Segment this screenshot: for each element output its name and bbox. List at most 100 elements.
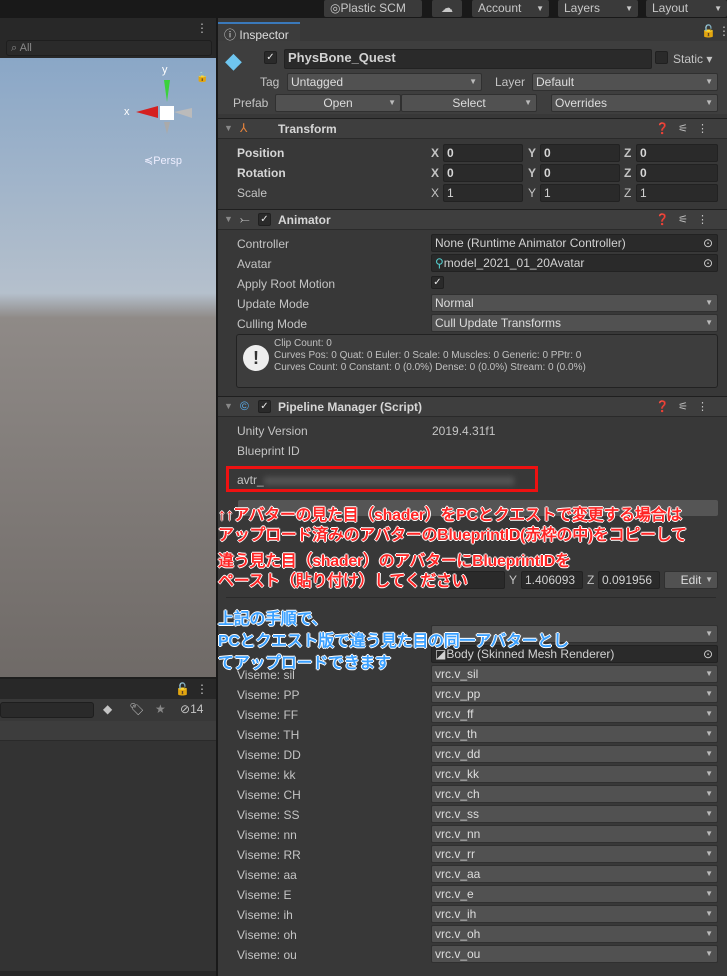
culling-mode-dropdown[interactable]: Cull Update Transforms [431,314,718,332]
viseme-label: Viseme: FF [237,708,299,722]
static-checkbox[interactable] [655,51,668,64]
blue-annotation-line: 上記の手順で、 [218,611,328,628]
viseme-label: Viseme: PP [237,688,300,702]
tab-inspector[interactable]: ⓘ Inspector [218,22,300,42]
view-position-z[interactable]: 0.091956 [598,571,660,589]
animator-header[interactable]: ▼ ⤚ ✓ Animator ❓⚟⋮ [218,209,727,230]
viseme-dropdown[interactable]: vrc.v_pp [431,685,718,703]
lock-icon[interactable]: 🔓 [175,682,190,696]
orientation-gizmo-icon[interactable] [120,68,200,138]
more-menu-icon[interactable]: ⋮ [196,21,208,35]
viseme-dropdown[interactable]: vrc.v_ss [431,805,718,823]
scene-view[interactable]: y x 🔒 ≼Persp [0,58,216,677]
viseme-dropdown[interactable]: vrc.v_nn [431,825,718,843]
scale-y-label: Y [528,186,537,200]
component-actions[interactable]: ❓⚟⋮ [655,400,717,413]
position-y-input[interactable]: 0 [540,144,620,162]
foldout-icon[interactable]: ▼ [224,401,233,411]
rotation-z-input[interactable]: 0 [636,164,718,182]
viseme-label: Viseme: nn [237,828,297,842]
scale-y-input[interactable]: 1 [540,184,620,202]
pipeline-enabled-checkbox[interactable]: ✓ [258,400,271,413]
pipeline-manager-header[interactable]: ▼ © ✓ Pipeline Manager (Script) ❓⚟⋮ [218,396,727,417]
foldout-icon[interactable]: ▼ [224,214,233,224]
clip-count: Clip Count: 0 [274,338,332,349]
prefab-overrides-dropdown[interactable]: Overrides [551,94,718,112]
chevron-down-icon: ▼ [625,4,633,13]
viseme-dropdown[interactable]: vrc.v_ch [431,785,718,803]
unity-version-label: Unity Version [237,424,308,438]
viseme-label: Viseme: ou [237,948,297,962]
viseme-dropdown[interactable]: vrc.v_ou [431,945,718,963]
lock-icon[interactable]: 🔓 [701,24,716,38]
controller-field[interactable]: None (Runtime Animator Controller) ⊙ [431,234,718,252]
blueprint-id-value[interactable]: avtr_ [237,473,514,487]
viseme-dropdown[interactable]: vrc.v_rr [431,845,718,863]
scale-z-input[interactable]: 1 [636,184,718,202]
avatar-field[interactable]: ⚲model_2021_01_20Avatar ⊙ [431,254,718,272]
view-position-y[interactable]: 1.406093 [521,571,583,589]
prefab-select-button[interactable]: Select [401,94,537,112]
red-annotation-line: ペースト（貼り付け）してください [218,573,468,590]
account-dropdown[interactable]: Account ▼ [472,0,549,17]
more-menu-icon[interactable]: ⋮ [718,24,727,38]
viseme-dropdown[interactable]: vrc.v_dd [431,745,718,763]
rotation-y-label: Y [528,166,537,180]
rotation-label: Rotation [237,166,286,180]
persp-label[interactable]: ≼Persp [144,154,182,167]
viseme-dropdown[interactable]: vrc.v_e [431,885,718,903]
layers-dropdown[interactable]: Layers ▼ [558,0,638,17]
viseme-dropdown[interactable]: vrc.v_kk [431,765,718,783]
favorite-star-icon[interactable]: ★ [155,702,166,716]
viseme-dropdown[interactable]: vrc.v_ff [431,705,718,723]
animator-enabled-checkbox[interactable]: ✓ [258,213,271,226]
search-icon: ⌕ [11,42,18,54]
rotation-z-label: Z [624,166,632,180]
tag-dropdown[interactable]: Untagged [287,73,482,91]
foldout-icon[interactable]: ▼ [224,123,233,133]
scene-search-input[interactable]: ⌕ All [6,40,212,56]
component-actions[interactable]: ❓⚟⋮ [655,213,717,226]
avatar-icon: ⚲ [435,256,444,270]
active-checkbox[interactable]: ✓ [264,51,277,64]
viseme-label: Viseme: ih [237,908,293,922]
gameobject-cube-icon[interactable]: ◆ [225,48,242,74]
more-menu-icon[interactable]: ⋮ [196,682,208,696]
scale-x-input[interactable]: 1 [443,184,523,202]
layout-dropdown[interactable]: Layout ▼ [646,0,727,17]
viseme-dropdown[interactable]: vrc.v_aa [431,865,718,883]
static-dropdown[interactable]: Static ▾ [673,52,712,66]
apply-root-motion-checkbox[interactable]: ✓ [431,276,444,289]
edit-button[interactable]: Edit [664,571,718,589]
component-actions[interactable]: ❓⚟⋮ [655,122,717,135]
cloud-button[interactable]: ☁ [432,0,462,17]
animator-info-box: ! Clip Count: 0 Curves Pos: 0 Quat: 0 Eu… [236,334,718,388]
transform-header[interactable]: ▼ ⅄ Transform ❓⚟⋮ [218,118,727,139]
rotation-y-input[interactable]: 0 [540,164,620,182]
plastic-scm-button[interactable]: ◎Plastic SCM [324,0,422,17]
transform-icon: ⅄ [240,121,248,135]
rotation-x-input[interactable]: 0 [443,164,523,182]
filter-by-type-icon[interactable]: ◆ [103,702,112,716]
viseme-dropdown[interactable]: vrc.v_ih [431,905,718,923]
hidden-packages-icon[interactable]: ⊘14 [180,702,203,716]
plastic-icon: ◎ [330,1,341,15]
object-name-input[interactable]: PhysBone_Quest [284,49,652,69]
filter-by-label-icon[interactable]: 🏷 [129,702,144,716]
animator-icon: ⤚ [240,212,250,226]
controller-label: Controller [237,237,290,251]
blue-annotation-line: てアップロードできます [218,655,391,672]
prefab-open-button[interactable]: Open [275,94,401,112]
viseme-dropdown[interactable]: vrc.v_sil [431,665,718,683]
viseme-dropdown[interactable]: vrc.v_oh [431,925,718,943]
update-mode-dropdown[interactable]: Normal [431,294,718,312]
project-search-input[interactable] [0,702,94,718]
viseme-dropdown[interactable]: vrc.v_th [431,725,718,743]
lock-icon[interactable]: 🔒 [196,72,208,83]
layer-dropdown[interactable]: Default [532,73,718,91]
position-z-input[interactable]: 0 [636,144,718,162]
curves-pos: Curves Pos: 0 Quat: 0 Euler: 0 Scale: 0 … [274,350,582,361]
prefab-label: Prefab [233,96,269,110]
red-annotation-line: アップロード済みのアバターのBlueprintID(赤枠の中)をコピーして [218,527,687,544]
position-x-input[interactable]: 0 [443,144,523,162]
